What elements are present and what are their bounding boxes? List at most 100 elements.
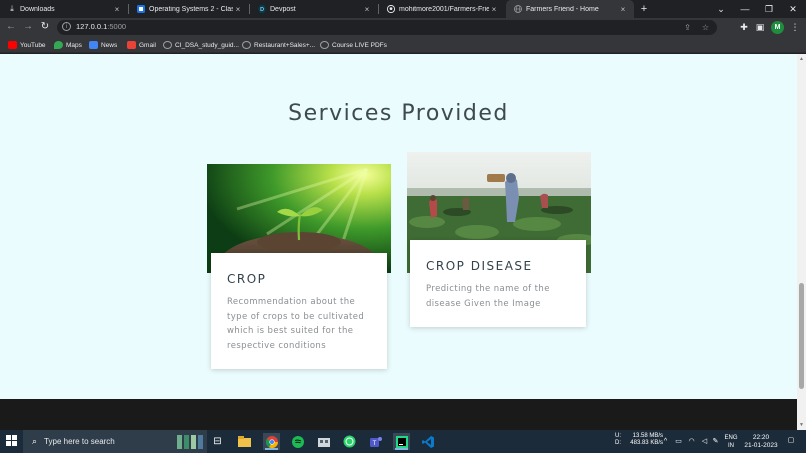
bookmark-label: News	[101, 41, 118, 49]
clock-time: 22:20	[752, 434, 770, 441]
more-menu-icon[interactable]: ⋮	[789, 21, 801, 33]
bookmark-gmail[interactable]: Gmail	[127, 39, 156, 51]
tab-close-icon[interactable]: ×	[489, 5, 499, 14]
scroll-down-icon[interactable]: ▼	[798, 422, 805, 428]
page-scrollbar[interactable]: ▲ ▼	[797, 54, 806, 430]
url-text[interactable]: 127.0.0.1:5000	[76, 22, 126, 31]
site-info-icon[interactable]: i	[62, 22, 71, 31]
forward-arrow-icon[interactable]: →	[21, 20, 35, 34]
clock[interactable]: 22:20 21-01-2023	[742, 434, 780, 453]
tab-label: Operating Systems 2 - Class | Sc	[149, 5, 233, 13]
download-icon: ⤓	[10, 4, 14, 13]
page-viewport: Services Provided CROP Recommendation ab…	[0, 54, 797, 430]
tab-farmers-friend[interactable]: Farmers Friend - Home ×	[506, 0, 634, 18]
store-icon[interactable]	[315, 433, 332, 450]
footer-section	[0, 399, 797, 430]
tab-github[interactable]: mohitmore2001/Farmers-Friend ×	[379, 0, 505, 18]
extensions-puzzle-icon[interactable]: ✚	[738, 21, 750, 33]
tab-close-icon[interactable]: ×	[233, 5, 243, 14]
tab-close-icon[interactable]: ×	[362, 5, 372, 14]
tab-label: mohitmore2001/Farmers-Friend	[399, 5, 489, 13]
bookmark-label: Course LIVE PDFs	[332, 41, 387, 49]
bookmark-ci-dsa[interactable]: CI_DSA_study_guid...	[163, 39, 239, 51]
globe-icon	[320, 41, 329, 49]
github-icon	[387, 5, 395, 13]
tab-downloads[interactable]: ⤓ Downloads ×	[0, 0, 128, 18]
maximize-icon[interactable]: ❐	[758, 0, 780, 18]
youtube-icon	[8, 41, 17, 49]
bookmark-maps[interactable]: Maps	[54, 39, 82, 51]
bookmark-news[interactable]: News	[89, 39, 117, 51]
file-explorer-icon[interactable]	[236, 433, 253, 450]
minimize-icon[interactable]: —	[734, 0, 756, 18]
globe-icon	[242, 41, 251, 49]
net-down-label: D:	[615, 440, 621, 446]
svg-text:T: T	[372, 441, 376, 447]
scroll-up-icon[interactable]: ▲	[798, 56, 805, 62]
profile-avatar[interactable]: M	[771, 21, 784, 34]
bookmark-label: Maps	[66, 41, 82, 49]
maps-icon	[54, 41, 63, 49]
tab-devpost[interactable]: D Devpost ×	[250, 0, 378, 18]
wifi-icon[interactable]: ◠	[687, 437, 696, 446]
chrome-icon[interactable]	[263, 433, 280, 450]
crop-disease-card-description: Predicting the name of the disease Given…	[426, 284, 550, 309]
taskbar-search-box[interactable]: ⌕ Type here to search	[23, 430, 207, 453]
network-speed-meter: U: 13.58 MB/s D: 483.83 KB/s	[615, 433, 663, 453]
tab-label: Devpost	[270, 5, 296, 13]
bookmark-label: Gmail	[139, 41, 156, 49]
side-panel-icon[interactable]: ▣	[754, 21, 766, 33]
news-icon	[89, 41, 98, 49]
windows-start-icon[interactable]	[6, 435, 18, 447]
bookmarks-bar: YouTube Maps News Gmail CI_DSA_study_gui…	[0, 37, 806, 53]
crop-card[interactable]: CROP Recommendation about the type of cr…	[211, 253, 387, 369]
gmail-icon	[127, 41, 136, 49]
tab-close-icon[interactable]: ×	[618, 5, 628, 14]
search-placeholder: Type here to search	[44, 437, 115, 446]
back-arrow-icon[interactable]: ←	[4, 20, 18, 34]
browser-toolbar: ← → ↻ i 127.0.0.1:5000 ☆ ⇪ ✚ ▣ M ⋮	[0, 18, 806, 37]
teams-icon[interactable]: T	[367, 433, 384, 450]
bookmark-youtube[interactable]: YouTube	[8, 39, 46, 51]
pycharm-icon[interactable]	[393, 433, 410, 450]
search-icon: ⌕	[32, 436, 38, 446]
active-app-indicator	[265, 448, 278, 450]
tab-close-icon[interactable]: ×	[112, 5, 122, 14]
crop-disease-card[interactable]: CROP DISEASE Predicting the name of the …	[410, 240, 586, 327]
svg-text:D: D	[260, 7, 264, 13]
bookmark-restaurant[interactable]: Restaurant+Sales+...	[242, 39, 315, 51]
tray-chevron-icon[interactable]: ^	[661, 437, 670, 446]
volume-icon[interactable]: ◁	[700, 437, 709, 446]
task-view-icon[interactable]: ⊟	[209, 433, 226, 450]
pen-icon[interactable]: ✎	[711, 437, 720, 446]
window-close-icon[interactable]: ✕	[782, 0, 804, 18]
bookmark-star-icon[interactable]: ☆	[700, 22, 711, 33]
devpost-icon: D	[258, 5, 266, 13]
net-down-speed: 483.83 KB/s	[630, 440, 663, 446]
bookmark-label: CI_DSA_study_guid...	[175, 41, 239, 49]
net-up-label: U:	[615, 433, 621, 439]
address-bar[interactable]: i 127.0.0.1:5000 ☆ ⇪	[57, 20, 717, 35]
tab-operating-systems[interactable]: Operating Systems 2 - Class | Sc ×	[129, 0, 249, 18]
vscode-icon[interactable]	[419, 433, 436, 450]
scrollbar-thumb[interactable]	[799, 283, 804, 389]
share-icon[interactable]: ⇪	[682, 22, 693, 33]
language-code: ENG	[724, 435, 738, 441]
language-indicator[interactable]: ENG IN	[723, 434, 739, 453]
url-port: :5000	[107, 22, 127, 31]
search-highlight-illustration-icon	[177, 434, 203, 449]
crop-disease-card-title: CROP DISEASE	[426, 259, 533, 273]
tab-label: Farmers Friend - Home	[526, 5, 599, 13]
reload-icon[interactable]: ↻	[38, 20, 52, 34]
whatsapp-icon[interactable]	[341, 433, 358, 450]
battery-icon[interactable]: ▭	[674, 437, 683, 446]
url-host: 127.0.0.1	[76, 22, 108, 31]
spotify-icon[interactable]	[289, 433, 306, 450]
windows-taskbar: ⌕ Type here to search ⊟ T U: 13.58 MB/s …	[0, 430, 806, 453]
new-tab-button[interactable]: +	[637, 1, 651, 17]
services-heading: Services Provided	[288, 101, 509, 126]
bookmark-label: YouTube	[20, 41, 46, 49]
bookmark-course-pdfs[interactable]: Course LIVE PDFs	[320, 39, 387, 51]
notifications-icon[interactable]: ▢	[786, 436, 796, 446]
tab-search-chevron-icon[interactable]: ⌄	[710, 0, 732, 18]
